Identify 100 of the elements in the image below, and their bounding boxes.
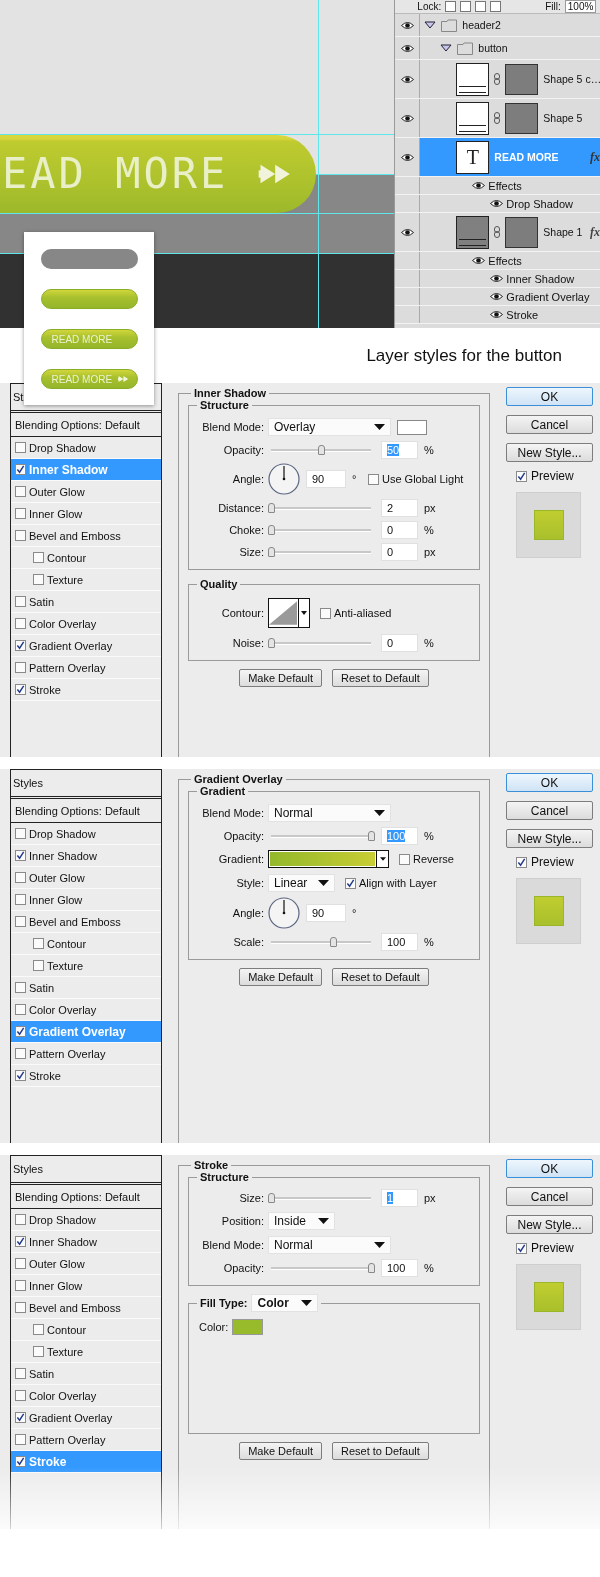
lock-option-icon[interactable] [460, 1, 472, 12]
layer-row[interactable]: Shape 5 c… [395, 60, 600, 99]
checkbox[interactable] [15, 662, 26, 673]
color-swatch[interactable] [232, 1319, 264, 1335]
action-button[interactable]: Reset to Default [331, 968, 429, 986]
eye-icon[interactable] [400, 20, 414, 30]
checkbox[interactable] [15, 486, 26, 497]
style-option[interactable]: Contour [11, 933, 161, 955]
dialog-button[interactable]: New Style... [506, 443, 593, 462]
contour-picker[interactable] [268, 598, 310, 628]
eye-icon[interactable] [400, 152, 414, 162]
slider-thumb[interactable] [268, 1193, 275, 1203]
dialog-button[interactable]: Cancel [506, 415, 593, 434]
style-option[interactable]: Bevel and Emboss [11, 911, 161, 933]
slider[interactable] [271, 638, 371, 648]
checkbox[interactable] [15, 1412, 26, 1423]
slider[interactable] [271, 503, 371, 513]
style-option[interactable]: Texture [11, 569, 161, 591]
dropdown[interactable]: Normal [268, 804, 391, 822]
blending-options-item[interactable]: Blending Options: Default [15, 1190, 140, 1203]
dropdown[interactable]: Linear [268, 874, 335, 892]
eye-icon[interactable] [490, 199, 504, 208]
gradient-picker[interactable] [268, 850, 389, 868]
value-field[interactable]: 100 [381, 933, 418, 951]
style-option[interactable]: Satin [11, 1363, 161, 1385]
slider[interactable] [271, 547, 371, 557]
action-button[interactable]: Make Default [239, 1442, 322, 1460]
checkbox[interactable] [33, 1324, 44, 1335]
style-option[interactable]: Gradient Overlay [11, 635, 161, 657]
style-option[interactable]: Outer Glow [11, 481, 161, 503]
checkbox[interactable] [15, 1070, 26, 1081]
triangle-icon[interactable] [440, 44, 453, 52]
style-option[interactable]: Inner Glow [11, 889, 161, 911]
checkbox[interactable] [15, 684, 26, 695]
checkbox[interactable] [15, 828, 26, 839]
checkbox[interactable] [15, 872, 26, 883]
style-option[interactable]: Inner Glow [11, 1275, 161, 1297]
eye-icon[interactable] [400, 43, 414, 53]
style-option[interactable]: Bevel and Emboss [11, 525, 161, 547]
eye-icon[interactable] [400, 74, 414, 84]
eye-icon[interactable] [490, 274, 504, 283]
checkbox[interactable] [15, 1236, 26, 1247]
action-button[interactable]: Make Default [239, 968, 322, 986]
value-field[interactable]: 0 [381, 521, 418, 539]
angle-dial[interactable] [268, 463, 300, 495]
slider[interactable] [271, 525, 371, 535]
checkbox[interactable] [516, 1242, 527, 1254]
dialog-button[interactable]: Cancel [506, 801, 593, 820]
slider-thumb[interactable] [368, 1263, 375, 1273]
layer-row[interactable]: Shape 5 [395, 99, 600, 138]
slider-thumb[interactable] [268, 547, 275, 557]
color-swatch[interactable] [397, 419, 427, 435]
style-option[interactable]: Texture [11, 1341, 161, 1363]
checkbox[interactable] [15, 1004, 26, 1015]
value-field[interactable]: 0 [381, 634, 418, 652]
checkbox[interactable] [33, 960, 44, 971]
dialog-button[interactable]: OK [506, 1159, 593, 1178]
lock-option-icon[interactable] [490, 1, 502, 12]
dropdown[interactable]: Overlay [268, 418, 391, 436]
dialog-button[interactable]: New Style... [506, 829, 593, 848]
style-option[interactable]: Pattern Overlay [11, 657, 161, 679]
checkbox[interactable] [15, 1434, 26, 1445]
checkbox[interactable] [15, 1302, 26, 1313]
checkbox[interactable] [15, 916, 26, 927]
dialog-button[interactable]: OK [506, 387, 593, 406]
checkbox[interactable] [33, 574, 44, 585]
layer-row[interactable]: header2 [395, 14, 600, 37]
checkbox[interactable] [33, 1346, 44, 1357]
checkbox[interactable] [15, 596, 26, 607]
dialog-button[interactable]: New Style... [506, 1215, 593, 1234]
fill-field[interactable]: 100% [564, 0, 597, 13]
style-option[interactable]: Contour [11, 1319, 161, 1341]
style-option[interactable]: Color Overlay [11, 1385, 161, 1407]
checkbox[interactable] [15, 508, 26, 519]
eye-icon[interactable] [472, 256, 486, 265]
blending-options-item[interactable]: Blending Options: Default [15, 804, 140, 817]
slider-thumb[interactable] [330, 937, 337, 947]
checkbox[interactable] [33, 938, 44, 949]
checkbox[interactable] [15, 1258, 26, 1269]
checkbox[interactable] [33, 552, 44, 563]
style-option[interactable]: Contour [11, 547, 161, 569]
eye-icon[interactable] [400, 227, 414, 237]
style-option[interactable]: Inner Shadow [11, 845, 161, 867]
layer-row[interactable]: button [395, 37, 600, 60]
slider-thumb[interactable] [268, 638, 275, 648]
style-option[interactable]: Outer Glow [11, 867, 161, 889]
checkbox[interactable] [15, 530, 26, 541]
eye-icon[interactable] [400, 113, 414, 123]
action-button[interactable]: Reset to Default [331, 1442, 429, 1460]
checkbox[interactable] [15, 850, 26, 861]
slider-thumb[interactable] [268, 525, 275, 535]
lock-option-icon[interactable] [475, 1, 487, 12]
style-option[interactable]: Color Overlay [11, 613, 161, 635]
style-option[interactable]: Bevel and Emboss [11, 1297, 161, 1319]
dialog-button[interactable]: OK [506, 773, 593, 792]
checkbox[interactable] [15, 1368, 26, 1379]
dropdown[interactable]: Inside [268, 1212, 335, 1230]
style-option[interactable]: Outer Glow [11, 1253, 161, 1275]
checkbox[interactable] [15, 640, 26, 651]
checkbox[interactable] [15, 618, 26, 629]
